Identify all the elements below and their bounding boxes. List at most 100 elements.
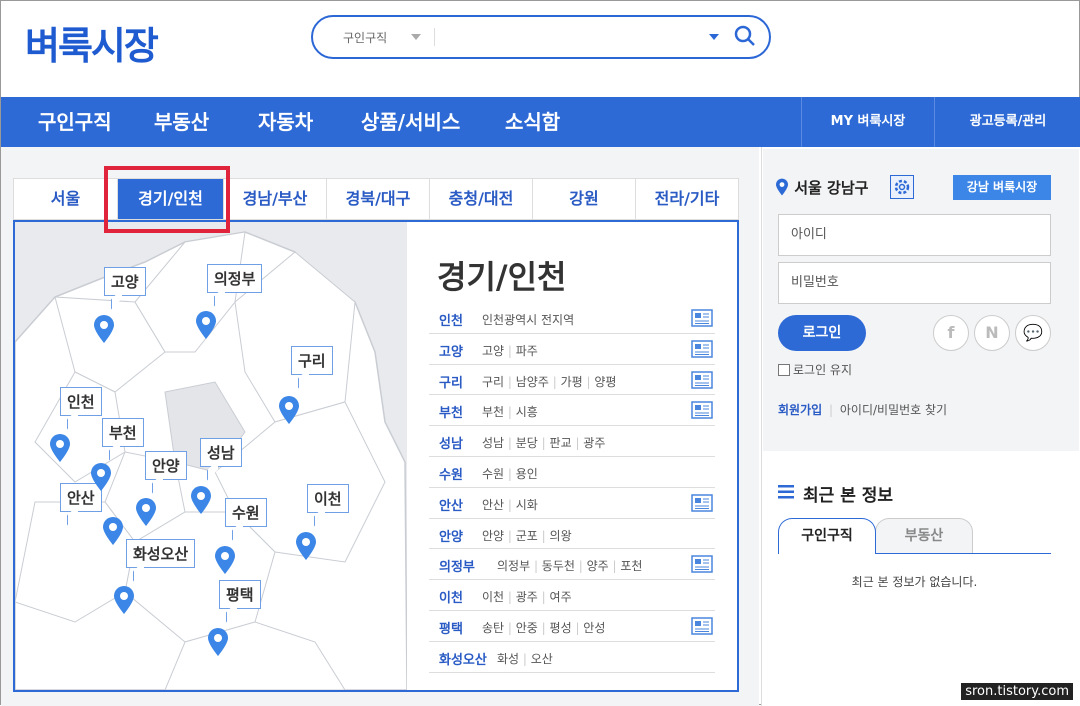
region-sub-link[interactable]: 화성 — [497, 652, 519, 666]
region-sub-link[interactable]: 의정부 — [497, 559, 530, 573]
newspaper-icon[interactable] — [691, 309, 713, 327]
map-pin-seongnam-icon[interactable] — [190, 485, 212, 515]
region-sub-link[interactable]: 동두천 — [542, 559, 575, 573]
map-pin-goyang-icon[interactable] — [93, 314, 115, 344]
map-label-anyang[interactable]: 안양 — [145, 451, 187, 480]
region-sub-link[interactable]: 가평 — [561, 375, 583, 389]
map-pin-suwon-icon[interactable] — [214, 545, 236, 575]
region-sub-link[interactable]: 판교 — [550, 436, 572, 450]
region-sub-link[interactable]: 평성 — [550, 621, 572, 635]
id-field[interactable]: 아이디 — [778, 214, 1051, 256]
nav-my-page[interactable]: MY 벼룩시장 — [801, 97, 934, 147]
join-link[interactable]: 회원가입 — [778, 403, 822, 417]
region-sub-link[interactable]: 안중 — [516, 621, 538, 635]
map-pin-anyang-icon[interactable] — [135, 497, 157, 527]
tab-seoul[interactable]: 서울 — [14, 179, 118, 219]
region-sub-link[interactable]: 송탄 — [482, 621, 504, 635]
region-city-link[interactable]: 인천 — [439, 310, 463, 329]
map-pin-ansan-icon[interactable] — [102, 516, 124, 546]
region-sub-link[interactable]: 파주 — [516, 344, 538, 358]
local-market-button[interactable]: 강남 벼룩시장 — [953, 175, 1051, 200]
tab-gyeongbuk-daegu[interactable]: 경북/대구 — [327, 179, 430, 219]
region-city-link[interactable]: 의정부 — [439, 556, 475, 575]
map-pin-pyeongtaek-icon[interactable] — [207, 627, 229, 657]
region-sub-link[interactable]: 안양 — [482, 529, 504, 543]
region-sub-link[interactable]: 수원 — [482, 467, 504, 481]
region-city-link[interactable]: 부천 — [439, 402, 463, 421]
map-label-hwaseong-osan[interactable]: 화성오산 — [126, 539, 196, 568]
keep-login-checkbox[interactable] — [778, 364, 790, 376]
map-label-pyeongtaek[interactable]: 평택 — [219, 580, 261, 609]
region-sub-link[interactable]: 의왕 — [550, 529, 572, 543]
keep-login[interactable]: 로그인 유지 — [778, 361, 852, 378]
gear-icon[interactable] — [890, 175, 914, 199]
region-sub-link[interactable]: 고양 — [482, 344, 504, 358]
map-label-seongnam[interactable]: 성남 — [200, 438, 242, 467]
region-sub-link[interactable]: 분당 — [516, 436, 538, 450]
map-pin-bucheon-icon[interactable] — [90, 462, 112, 492]
tab-gyeongnam-busan[interactable]: 경남/부산 — [224, 179, 327, 219]
region-city-link[interactable]: 화성오산 — [439, 649, 487, 668]
nav-item-jobs[interactable]: 구인구직 — [38, 97, 112, 147]
find-account-link[interactable]: 아이디/비밀번호 찾기 — [840, 403, 947, 417]
nav-item-news[interactable]: 소식함 — [505, 97, 560, 147]
region-city-link[interactable]: 평택 — [439, 618, 463, 637]
newspaper-icon[interactable] — [691, 370, 713, 389]
region-sub-link[interactable]: 여주 — [550, 590, 572, 604]
region-sub-link[interactable]: 시화 — [516, 498, 538, 512]
newspaper-icon[interactable] — [691, 617, 713, 635]
region-sub-link[interactable]: 남양주 — [516, 375, 549, 389]
region-sub-link[interactable]: 시흥 — [516, 405, 538, 419]
region-sub-link[interactable]: 인천광역시 전지역 — [482, 313, 574, 327]
map-label-suwon[interactable]: 수원 — [225, 498, 267, 527]
region-sub-link[interactable]: 양주 — [587, 559, 609, 573]
region-sub-link[interactable]: 안산 — [482, 498, 504, 512]
naver-login-icon[interactable]: N — [974, 315, 1010, 351]
search-category[interactable]: 구인구직 — [343, 29, 387, 46]
map-pin-incheon-icon[interactable] — [49, 433, 71, 463]
tab-jeolla-etc[interactable]: 전라/기타 — [636, 179, 738, 219]
map-label-guri[interactable]: 구리 — [291, 346, 333, 375]
region-city-link[interactable]: 수원 — [439, 464, 463, 483]
map-label-icheon[interactable]: 이천 — [307, 484, 349, 513]
search-dropdown-icon[interactable] — [709, 34, 719, 40]
nav-item-goods[interactable]: 상품/서비스 — [361, 97, 460, 147]
region-sub-link[interactable]: 이천 — [482, 590, 504, 604]
region-sub-link[interactable]: 양평 — [594, 375, 616, 389]
region-sub-link[interactable]: 구리 — [482, 375, 504, 389]
region-sub-link[interactable]: 포천 — [620, 559, 642, 573]
map-label-incheon[interactable]: 인천 — [60, 387, 102, 416]
region-sub-link[interactable]: 광주 — [583, 436, 605, 450]
logo[interactable]: 벼룩시장 — [25, 15, 159, 70]
location-label[interactable]: 서울 강남구 — [775, 177, 868, 198]
facebook-login-icon[interactable]: f — [933, 315, 969, 351]
region-sub-link[interactable]: 부천 — [482, 405, 504, 419]
login-button[interactable]: 로그인 — [778, 315, 866, 351]
map-label-bucheon[interactable]: 부천 — [102, 418, 144, 447]
search-input[interactable] — [443, 23, 703, 51]
region-sub-link[interactable]: 안성 — [583, 621, 605, 635]
region-sub-link[interactable]: 용인 — [516, 467, 538, 481]
region-city-link[interactable]: 안산 — [439, 495, 463, 514]
region-city-link[interactable]: 성남 — [439, 433, 463, 452]
tab-gangwon[interactable]: 강원 — [533, 179, 636, 219]
password-field[interactable]: 비밀번호 — [778, 262, 1051, 304]
region-city-link[interactable]: 고양 — [439, 341, 463, 360]
tab-recent-jobs[interactable]: 구인구직 — [778, 518, 876, 554]
newspaper-icon[interactable] — [691, 494, 713, 512]
region-city-link[interactable]: 구리 — [439, 372, 463, 391]
category-dropdown-icon[interactable] — [411, 34, 421, 40]
region-sub-link[interactable]: 광주 — [516, 590, 538, 604]
map-pin-guri-icon[interactable] — [278, 395, 300, 425]
nav-item-cars[interactable]: 자동차 — [258, 97, 313, 147]
region-city-link[interactable]: 이천 — [439, 587, 463, 606]
map-label-goyang[interactable]: 고양 — [104, 267, 146, 296]
newspaper-icon[interactable] — [691, 340, 713, 358]
newspaper-icon[interactable] — [691, 401, 713, 420]
region-sub-link[interactable]: 오산 — [531, 652, 553, 666]
map-pin-icheon-icon[interactable] — [295, 531, 317, 561]
map-label-uijeongbu[interactable]: 의정부 — [207, 264, 263, 293]
kakao-login-icon[interactable]: 💬 — [1015, 315, 1051, 351]
region-sub-link[interactable]: 군포 — [516, 529, 538, 543]
region-city-link[interactable]: 안양 — [439, 526, 463, 545]
